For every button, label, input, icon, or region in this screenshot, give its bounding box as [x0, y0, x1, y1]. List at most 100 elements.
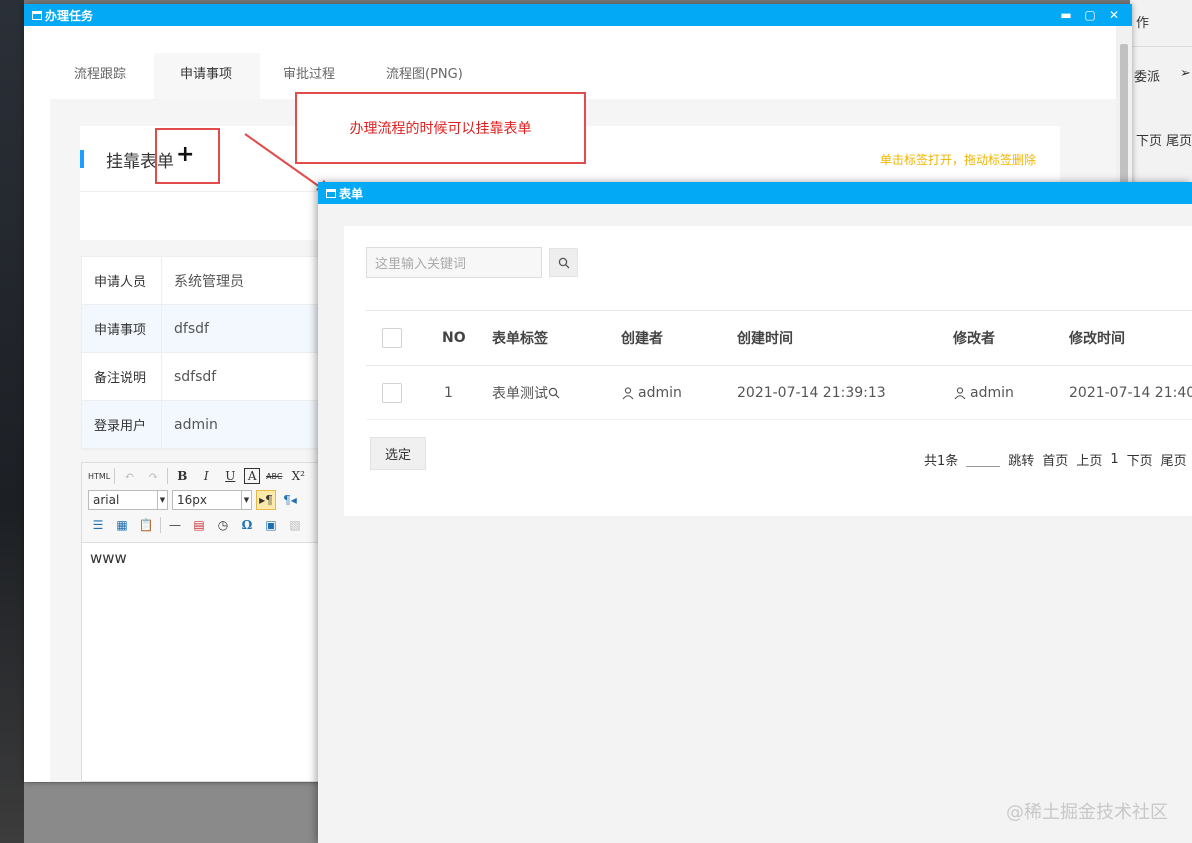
form-dialog-title: 表单 [339, 186, 364, 201]
info-row: 备注说明 sdfsdf [82, 353, 342, 401]
bg-text-1: 作 [1136, 16, 1150, 31]
pager-jump[interactable]: 跳转 [1008, 450, 1034, 469]
bold-button[interactable]: B [172, 466, 192, 486]
close-icon[interactable]: ✕ [1102, 6, 1126, 24]
font-family-select[interactable]: arial ▼ [88, 490, 168, 510]
underline-button[interactable]: U [220, 466, 240, 486]
modifier-name: admin [970, 384, 1014, 401]
cell-creator: admin [621, 366, 682, 419]
horizontal-rule-icon[interactable]: — [165, 515, 185, 535]
info-row: 申请人员 系统管理员 [82, 257, 342, 305]
info-value: sdfsdf [174, 368, 217, 385]
accent-bar [80, 150, 84, 168]
indent-icon[interactable]: ☰ [88, 515, 108, 535]
pagination: 共1条 跳转 首页 上页 1 下页 尾页 [924, 450, 1187, 469]
window-icon [32, 10, 42, 20]
image-icon[interactable]: ▣ [261, 515, 281, 535]
date-icon[interactable]: ▤ [189, 515, 209, 535]
redo-icon[interactable]: ↷ [143, 466, 163, 486]
rtl-direction-icon[interactable]: ¶◂ [280, 490, 300, 510]
word-import-icon[interactable]: ▧ [285, 515, 305, 535]
paste-icon[interactable]: 📋 [136, 515, 156, 535]
col-creator: 创建者 [621, 331, 663, 347]
user-icon [622, 386, 634, 399]
select-button[interactable]: 选定 [370, 437, 426, 470]
time-icon[interactable]: ◷ [213, 515, 233, 535]
editor-toolbar: HTML ↶ ↷ B I U A ABC X² arial ▼ 16px ▼ ▸… [82, 463, 342, 543]
pager-current: 1 [1110, 452, 1119, 467]
html-source-button[interactable]: HTML [88, 466, 110, 486]
bg-text-3: 下页 尾页 [1136, 134, 1192, 149]
info-label: 登录用户 [82, 401, 162, 448]
chevron-down-icon: ▼ [241, 491, 251, 509]
info-row: 申请事项 dfsdf [82, 305, 342, 353]
info-value: admin [174, 416, 218, 433]
tab-bar: 流程跟踪 申请事项 审批过程 流程图(PNG) [50, 26, 1116, 99]
col-form-label: 表单标签 [492, 331, 548, 347]
tab-flow-tracking[interactable]: 流程跟踪 [74, 53, 154, 99]
watermark: @稀土掘金技术社区 [1006, 802, 1168, 823]
special-char-icon[interactable]: Ω [237, 515, 257, 535]
row-checkbox[interactable] [382, 366, 402, 419]
cell-created-time: 2021-07-14 21:39:13 [737, 384, 886, 401]
task-dialog-titlebar[interactable]: 办理任务 [24, 4, 1132, 26]
col-no: NO [442, 330, 466, 346]
pager-last[interactable]: 尾页 [1161, 450, 1187, 469]
col-modified-time: 修改时间 [1069, 331, 1125, 347]
table-row[interactable]: 1 表单测试 admin 2021-07-14 21:39:13 admin 2… [366, 366, 1192, 420]
chevron-down-icon: ▼ [157, 491, 167, 509]
form-list-card: 这里输入关键词 NO 表单标签 创建者 创建时间 修改者 修改时间 1 表单测试… [344, 226, 1192, 516]
toolbar-row-2: arial ▼ 16px ▼ ▸¶ ¶◂ [88, 490, 300, 510]
form-dialog: 表单 这里输入关键词 NO 表单标签 创建者 创建时间 修改者 修改时间 1 表… [318, 182, 1192, 843]
pager-total: 共1条 [924, 454, 959, 469]
font-size-select[interactable]: 16px ▼ [172, 490, 252, 510]
search-icon [548, 387, 560, 398]
toolbar-row-1: HTML ↶ ↷ B I U A ABC X² [88, 466, 308, 486]
info-label: 申请事项 [82, 305, 162, 352]
col-created-time: 创建时间 [737, 331, 793, 347]
search-button[interactable] [549, 248, 578, 277]
attach-hint: 单击标签打开，拖动标签删除 [879, 153, 1036, 167]
font-family-value: arial [93, 493, 120, 507]
form-dialog-titlebar[interactable]: 表单 [318, 182, 1192, 204]
tab-application[interactable]: 申请事项 [154, 53, 260, 99]
minimize-icon[interactable]: ▬ [1054, 6, 1078, 24]
font-border-button[interactable]: A [244, 468, 261, 484]
page-jump-input[interactable] [966, 453, 1001, 467]
search-icon [558, 257, 569, 268]
user-icon [954, 386, 966, 399]
annotation-note: 办理流程的时候可以挂靠表单 [295, 92, 586, 164]
ltr-direction-icon[interactable]: ▸¶ [256, 490, 276, 510]
info-label: 备注说明 [82, 353, 162, 400]
table-header: NO 表单标签 创建者 创建时间 修改者 修改时间 [366, 310, 1192, 366]
cell-modified-time: 2021-07-14 21:40:0 [1069, 384, 1192, 401]
cell-modifier: admin [953, 366, 1014, 419]
info-value: 系统管理员 [174, 273, 244, 290]
font-size-value: 16px [177, 493, 207, 507]
cell-no: 1 [444, 384, 453, 401]
creator-name: admin [638, 384, 682, 401]
editor-content[interactable]: www [82, 543, 342, 573]
info-table: 申请人员 系统管理员 申请事项 dfsdf 备注说明 sdfsdf 登录用户 a… [81, 256, 343, 450]
form-table: NO 表单标签 创建者 创建时间 修改者 修改时间 1 表单测试 admin 2… [366, 310, 1192, 420]
info-row: 登录用户 admin [82, 401, 342, 449]
search-input[interactable]: 这里输入关键词 [366, 247, 542, 278]
col-modifier: 修改者 [953, 331, 995, 347]
superscript-button[interactable]: X² [288, 466, 308, 486]
strikethrough-button[interactable]: ABC [264, 466, 284, 486]
form-label-text: 表单测试 [492, 385, 548, 402]
template-icon[interactable]: ▦ [112, 515, 132, 535]
annotation-highlight-box [155, 128, 220, 184]
toolbar-row-3: ☰ ▦ 📋 — ▤ ◷ Ω ▣ ▧ [88, 515, 305, 535]
pager-first[interactable]: 首页 [1042, 450, 1068, 469]
select-all-checkbox[interactable] [382, 311, 402, 365]
background-shade [24, 783, 320, 843]
maximize-icon[interactable]: ▢ [1078, 6, 1102, 24]
undo-icon[interactable]: ↶ [119, 466, 139, 486]
window-icon [326, 188, 336, 198]
cell-form-label[interactable]: 表单测试 [492, 366, 560, 419]
italic-button[interactable]: I [196, 466, 216, 486]
info-label: 申请人员 [82, 257, 162, 304]
pager-next[interactable]: 下页 [1127, 450, 1153, 469]
pager-prev[interactable]: 上页 [1076, 450, 1102, 469]
